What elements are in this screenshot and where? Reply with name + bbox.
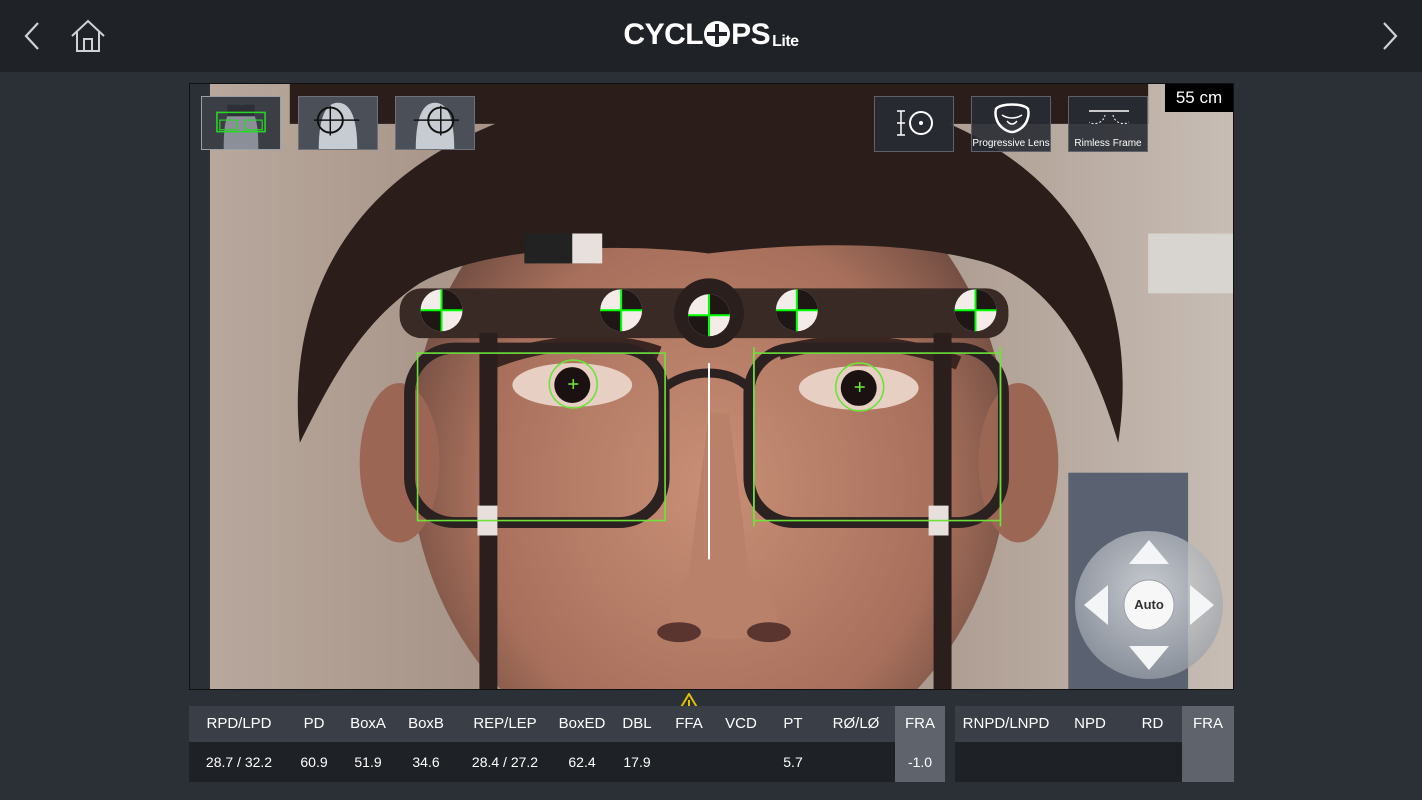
- value-pd: 60.9: [300, 754, 328, 770]
- target-marker: [600, 289, 643, 332]
- header-boxb: BoxB: [408, 715, 444, 732]
- header-rnpd-lnpd: RNPD/LNPD: [962, 715, 1050, 732]
- header-rep-lep: REP/LEP: [473, 715, 537, 732]
- chevron-right-icon: [1383, 22, 1398, 50]
- value-npd: [1057, 742, 1123, 782]
- value-ffa: [665, 742, 713, 782]
- vertex-distance-button[interactable]: [874, 96, 954, 152]
- target-marker: [420, 289, 463, 332]
- face-side-target-icon: [313, 102, 360, 149]
- direction-pad[interactable]: Auto: [1074, 530, 1224, 680]
- header-fra: FRA: [905, 715, 935, 732]
- value-rep-lep: 28.4 / 27.2: [471, 754, 539, 770]
- top-bar: CYCL PS Lite: [0, 0, 1422, 72]
- distance-readout: 55 cm: [1165, 84, 1233, 112]
- header-rd: RD: [1141, 715, 1164, 732]
- app-logo: CYCL PS Lite: [623, 18, 799, 51]
- value-boxed: 62.4: [568, 754, 596, 770]
- value-r-l-diameter: [817, 742, 895, 782]
- value-pt: 5.7: [783, 754, 803, 770]
- progressive-lens-button[interactable]: Progressive Lens: [971, 96, 1051, 152]
- tool-label: Progressive Lens: [972, 138, 1050, 149]
- vertex-distance-icon: [897, 110, 933, 136]
- forward-button[interactable]: [1368, 14, 1412, 58]
- auto-button[interactable]: Auto: [1124, 580, 1174, 630]
- near-vision-mode-button[interactable]: [298, 96, 378, 150]
- header-boxa: BoxA: [350, 715, 386, 732]
- frame-fitting-mode-button[interactable]: [201, 96, 281, 150]
- target-marker: [954, 289, 997, 332]
- value-boxa: 51.9: [354, 754, 382, 770]
- header-rpd-lpd: RPD/LPD: [206, 715, 272, 732]
- value-fra: [1182, 742, 1234, 782]
- value-boxb: 34.6: [412, 754, 440, 770]
- value-dbl: 17.9: [623, 754, 651, 770]
- face-glasses-icon: [216, 104, 266, 149]
- value-fra: -1.0: [907, 754, 933, 770]
- value-rpd-lpd: 28.7 / 32.2: [205, 754, 273, 770]
- value-rnpd-lnpd: [955, 742, 1057, 782]
- tool-label: Rimless Frame: [1074, 138, 1142, 149]
- header-pd: PD: [303, 715, 325, 732]
- header-fra: FRA: [1193, 715, 1223, 732]
- header-r-l-diameter: RØ/LØ: [832, 715, 880, 732]
- crosshair-logo-icon: [704, 21, 731, 47]
- header-boxed: BoxED: [558, 715, 606, 732]
- header-pt: PT: [783, 715, 803, 732]
- face-side-target-icon: [413, 102, 460, 149]
- measurement-table: RPD/LPD PD BoxA BoxB REP/LEP BoxED DBL F…: [189, 706, 945, 782]
- value-vcd: [713, 742, 769, 782]
- value-rd: [1123, 742, 1182, 782]
- camera-viewport[interactable]: 55 cm Progressive Lens Rimless Frame Aut…: [189, 83, 1234, 690]
- target-marker: [775, 289, 818, 332]
- header-ffa: FFA: [675, 715, 703, 732]
- rimless-frame-button[interactable]: Rimless Frame: [1068, 96, 1148, 152]
- near-measurement-table: RNPD/LNPD NPD RD FRA: [955, 706, 1234, 782]
- far-vision-mode-button[interactable]: [395, 96, 475, 150]
- header-dbl: DBL: [622, 715, 652, 732]
- target-marker: [688, 294, 730, 337]
- rimless-frame-icon: [1089, 110, 1129, 124]
- header-npd: NPD: [1074, 715, 1106, 732]
- progressive-lens-icon: [994, 103, 1030, 134]
- header-vcd: VCD: [725, 715, 757, 732]
